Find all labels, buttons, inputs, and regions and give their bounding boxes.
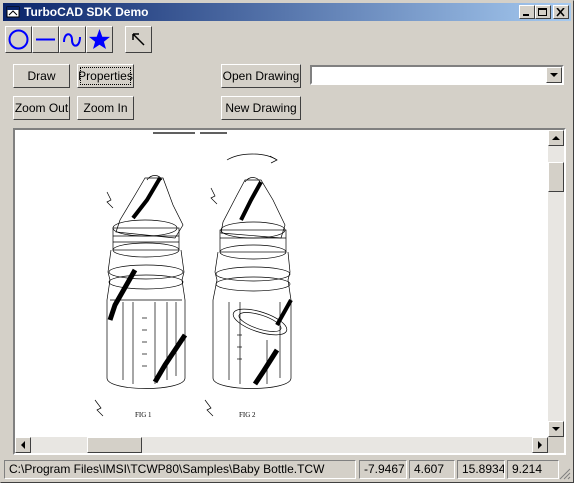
zoom-in-button[interactable]: Zoom In xyxy=(77,96,134,120)
fig1-label: FIG 1 xyxy=(135,411,152,419)
scroll-corner xyxy=(548,437,564,453)
star-icon xyxy=(89,29,110,49)
close-button[interactable] xyxy=(553,5,569,19)
scroll-up-button[interactable] xyxy=(548,130,564,146)
arrow-left-icon xyxy=(21,441,25,449)
open-drawing-button[interactable]: Open Drawing xyxy=(221,64,301,88)
resize-grip-icon[interactable] xyxy=(559,468,571,480)
curve-tool-button[interactable] xyxy=(59,26,86,53)
status-width: 15.8934 xyxy=(457,460,505,479)
status-y: 4.607 xyxy=(409,460,455,479)
arrow-right-icon xyxy=(538,441,542,449)
properties-button[interactable]: Properties xyxy=(77,64,134,88)
window-title: TurboCAD SDK Demo xyxy=(24,5,149,19)
new-drawing-button[interactable]: New Drawing xyxy=(221,96,301,120)
horizontal-scroll-thumb[interactable] xyxy=(87,437,142,453)
status-height: 9.214 xyxy=(507,460,559,479)
line-tool-button[interactable] xyxy=(32,26,59,53)
drawing-canvas[interactable]: FIG 1 FIG 2 xyxy=(13,128,566,455)
title-bar[interactable]: TurboCAD SDK Demo xyxy=(3,3,571,21)
minimize-icon xyxy=(523,14,529,16)
circle-icon xyxy=(8,29,29,50)
drawing-select[interactable] xyxy=(310,65,564,85)
arrow-select-icon xyxy=(132,33,145,46)
dropdown-button[interactable] xyxy=(546,67,562,83)
zoom-out-button[interactable]: Zoom Out xyxy=(13,96,70,120)
scroll-down-button[interactable] xyxy=(548,421,564,437)
scroll-left-button[interactable] xyxy=(15,437,31,453)
select-tool-button[interactable] xyxy=(125,26,152,53)
line-icon xyxy=(36,38,55,41)
curve-icon xyxy=(63,33,81,47)
arrow-down-icon xyxy=(552,427,560,431)
chevron-down-icon xyxy=(550,73,558,77)
close-icon xyxy=(556,8,565,17)
circle-tool-button[interactable] xyxy=(5,26,32,53)
draw-button[interactable]: Draw xyxy=(13,64,70,88)
vertical-scrollbar[interactable] xyxy=(548,130,564,437)
app-window: TurboCAD SDK Demo Draw Properties Zoom O… xyxy=(0,0,574,483)
maximize-icon xyxy=(538,8,547,16)
status-x: -7.9467 xyxy=(359,460,407,479)
scroll-right-button[interactable] xyxy=(532,437,548,453)
arrow-up-icon xyxy=(552,136,560,140)
star-tool-button[interactable] xyxy=(86,26,113,53)
fig2-label: FIG 2 xyxy=(239,411,256,419)
minimize-button[interactable] xyxy=(519,5,535,19)
maximize-button[interactable] xyxy=(535,5,551,19)
baby-bottle-drawing: FIG 1 FIG 2 xyxy=(94,132,293,419)
status-file-path: C:\Program Files\IMSI\TCWP80\Samples\Bab… xyxy=(4,460,356,479)
vertical-scroll-thumb[interactable] xyxy=(548,162,564,192)
app-icon xyxy=(6,6,20,18)
horizontal-scrollbar[interactable] xyxy=(15,437,548,453)
